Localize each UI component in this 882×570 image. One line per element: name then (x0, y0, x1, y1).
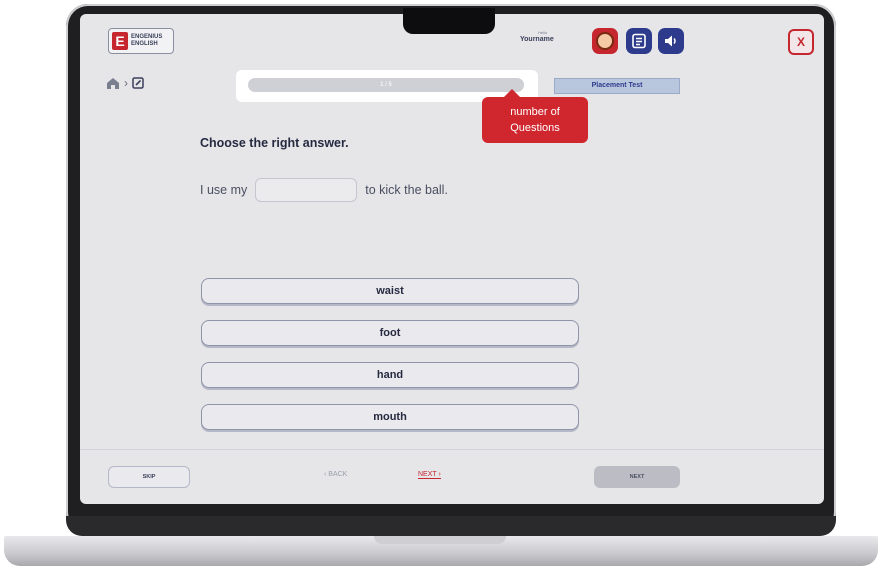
question-prompt: Choose the right answer. (200, 136, 349, 150)
breadcrumb-separator: › (124, 76, 128, 90)
brand-logo[interactable]: E ENGENIUS ENGLISH (108, 28, 174, 54)
tooltip-line1: number of (510, 106, 560, 118)
app-screen: E ENGENIUS ENGLISH Hello Yourname X › 1 … (80, 14, 824, 504)
edit-icon[interactable] (132, 77, 144, 89)
next-link[interactable]: NEXT › (418, 471, 441, 479)
question-sentence: I use my to kick the ball. (200, 178, 448, 202)
next-button[interactable]: NEXT (594, 466, 680, 488)
tooltip-line2: Questions (510, 122, 560, 134)
option-foot[interactable]: foot (201, 320, 579, 346)
sound-button[interactable] (658, 28, 684, 54)
footer-divider (80, 449, 824, 450)
notes-icon (632, 33, 646, 49)
username-label: Yourname (520, 36, 554, 43)
laptop-chin (66, 516, 836, 536)
logo-mark: E (112, 32, 128, 50)
logo-text-line1: ENGENIUS (131, 34, 163, 40)
back-link[interactable]: ‹ BACK (324, 471, 347, 478)
option-mouth[interactable]: mouth (201, 404, 579, 430)
option-hand[interactable]: hand (201, 362, 579, 388)
close-button[interactable]: X (788, 29, 814, 55)
option-waist[interactable]: waist (201, 278, 579, 304)
close-icon: X (796, 35, 805, 49)
sentence-before: I use my (200, 183, 248, 197)
greeting: Hello (538, 30, 548, 35)
speaker-icon (665, 35, 676, 47)
avatar-button[interactable] (592, 28, 618, 54)
breadcrumb: › (106, 76, 144, 90)
logo-text-line2: ENGLISH (131, 41, 158, 47)
laptop-base (4, 536, 878, 566)
sentence-after: to kick the ball. (365, 183, 448, 197)
answer-blank[interactable] (255, 178, 358, 202)
notes-button[interactable] (626, 28, 652, 54)
username: Hello Yourname (520, 30, 554, 43)
skip-button[interactable]: SKIP (108, 466, 190, 488)
question-progress-bar: 1 / 5 (248, 78, 524, 92)
camera-notch (403, 8, 495, 34)
avatar-icon (596, 32, 614, 50)
home-icon[interactable] (106, 77, 120, 90)
placement-test-badge: Placement Test (554, 78, 680, 94)
number-of-questions-tooltip: number of Questions (482, 89, 588, 143)
laptop-groove (374, 536, 506, 544)
